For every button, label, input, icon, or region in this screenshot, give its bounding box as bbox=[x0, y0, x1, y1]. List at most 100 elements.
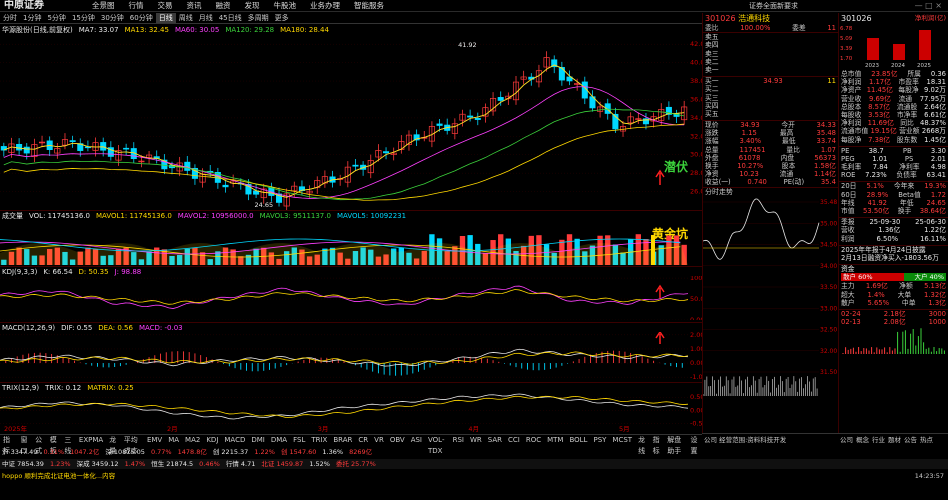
indicator-tab-11[interactable]: KDJ bbox=[203, 435, 221, 445]
info-tag-1[interactable]: 概念 bbox=[856, 434, 869, 445]
indicator-tab-19[interactable]: VR bbox=[371, 435, 387, 445]
menu-item-8[interactable]: 智能服务 bbox=[354, 0, 384, 12]
indicator-tab-8[interactable]: EMV bbox=[144, 435, 165, 445]
volume-chart[interactable] bbox=[0, 220, 702, 265]
mini-axis-1: 35.00 bbox=[820, 220, 837, 227]
trix-chart[interactable]: 0.500.00-0.50 bbox=[0, 392, 702, 426]
indicator-tab-16[interactable]: TRIX bbox=[308, 435, 330, 445]
mini-axis-0: 35.48 bbox=[820, 199, 837, 206]
fin-row-0: 总市值 23.85亿 所属 0.36 bbox=[839, 70, 948, 78]
period-tab-7[interactable]: 周线 bbox=[176, 13, 196, 23]
quote-row-7-c0: 收益(一) bbox=[705, 178, 731, 187]
indicator-tab-20[interactable]: OBV bbox=[387, 435, 408, 445]
intraday-mini-chart[interactable]: 35.48 35.00 34.50 34.00 33.50 33.00 32.50 32.00… bbox=[702, 196, 839, 401]
indicator-tab-14[interactable]: DMA bbox=[268, 435, 290, 445]
period-tab-5[interactable]: 60分钟 bbox=[127, 13, 156, 23]
flow-row-1: 超大 1.4% 大单 1.32亿 bbox=[839, 291, 948, 299]
indicator-tab-15[interactable]: FSL bbox=[290, 435, 308, 445]
main-chart-legend: 华源股份(日线,前复权) MA7: 33.07 MA13: 32.45 MA60: 3… bbox=[0, 25, 688, 35]
indicator-tab-13[interactable]: DMI bbox=[248, 435, 268, 445]
ratio-row-1: PEG 1.01 PS 2.01 bbox=[839, 155, 948, 163]
flow-row-0-c0: 主力 bbox=[841, 282, 855, 291]
indicator-tab-30[interactable]: PSY bbox=[590, 435, 609, 445]
indicator-tab-35[interactable]: 设置 bbox=[687, 435, 702, 455]
indicator-tab-27[interactable]: ROC bbox=[523, 435, 544, 445]
quote-row-5-c0: 换手 bbox=[705, 162, 719, 170]
menu-item-6[interactable]: 牛股池 bbox=[274, 0, 297, 12]
info-tag-3[interactable]: 题材 bbox=[888, 434, 901, 445]
indicator-tab-26[interactable]: CCI bbox=[505, 435, 523, 445]
indicator-tab-21[interactable]: ASI bbox=[408, 435, 425, 445]
indicator-tab-9[interactable]: MA bbox=[165, 435, 182, 445]
indicator-tab-34[interactable]: 解盘助手 bbox=[664, 435, 687, 455]
period-tab-11[interactable]: 更多 bbox=[272, 13, 292, 23]
indicator-tab-6[interactable]: 龙量 bbox=[106, 435, 121, 455]
sell-level-0-c0: 卖五 bbox=[705, 33, 719, 42]
indicator-tab-18[interactable]: CR bbox=[355, 435, 371, 445]
ratio-row-3-c0: ROE bbox=[841, 171, 856, 180]
indicator-tab-3[interactable]: 模板 bbox=[47, 435, 62, 455]
period-tab-4[interactable]: 30分钟 bbox=[98, 13, 127, 23]
indicator-tab-7[interactable]: 平均成本 bbox=[121, 435, 144, 455]
indicator-tab-12[interactable]: MACD bbox=[221, 435, 248, 445]
indicator-tab-23[interactable]: RSI bbox=[450, 435, 467, 445]
return-row-1-c1: 28.9% bbox=[866, 190, 889, 199]
indicator-tab-4[interactable]: 三线 bbox=[61, 435, 76, 455]
menu-item-4[interactable]: 融资 bbox=[216, 0, 231, 12]
trades-list: 02-24 2.18亿 3000 02-13 2.08亿 1000 bbox=[839, 308, 948, 326]
top-right-notice[interactable]: 证券全面新要求 bbox=[749, 0, 798, 12]
indicator-tab-5[interactable]: EXPMA bbox=[76, 435, 106, 445]
indicator-tab-0[interactable]: 指标A bbox=[0, 435, 18, 466]
period-tab-6[interactable]: 日线 bbox=[155, 13, 176, 23]
window-controls[interactable]: — □ × bbox=[915, 0, 942, 12]
period-tab-3[interactable]: 15分钟 bbox=[69, 13, 98, 23]
ratio-row-3-c2: 负债率 bbox=[896, 171, 917, 180]
menu-item-7[interactable]: 业务办理 bbox=[310, 0, 340, 12]
info-tag-0[interactable]: 公司 bbox=[840, 434, 853, 445]
status1-2: 1047.2亿 bbox=[70, 448, 100, 456]
indicator-tab-29[interactable]: BOLL bbox=[566, 435, 590, 445]
price-chart[interactable]: 42.00 40.00 38.00 36.00 34.00 32.00 30.00 28.00… bbox=[0, 35, 702, 210]
macd-chart[interactable]: 2.00 1.00 0.00 -1.00 bbox=[0, 332, 702, 380]
ma-legend-2: MA60: 30.05 bbox=[174, 26, 220, 34]
info-tag-5[interactable]: 热点 bbox=[920, 434, 933, 445]
menu-item-5[interactable]: 发现 bbox=[245, 0, 260, 12]
indicator-tab-24[interactable]: WR bbox=[467, 435, 485, 445]
fin-row-2-c3: 9.02万 bbox=[924, 86, 946, 95]
period-tab-8[interactable]: 月线 bbox=[196, 13, 216, 23]
sell-level-1: 卖四 bbox=[703, 41, 838, 49]
quote-row-6-c3: 1.14亿 bbox=[814, 170, 836, 179]
info-tag-2[interactable]: 行业 bbox=[872, 434, 885, 445]
menu-item-0[interactable]: 全景图 bbox=[92, 0, 115, 12]
return-row-2-c2: 年低 bbox=[899, 198, 914, 207]
indicator-tab-2[interactable]: 公式 bbox=[32, 435, 47, 455]
kdj-chart[interactable]: 100.00 50.00 0.00 bbox=[0, 276, 702, 320]
status2-8: 1.52% bbox=[309, 460, 330, 468]
buy-level-4: 买五 bbox=[703, 110, 838, 118]
menu-item-1[interactable]: 行情 bbox=[129, 0, 144, 12]
candle-body-13 bbox=[100, 142, 107, 151]
indicator-tab-25[interactable]: SAR bbox=[485, 435, 505, 445]
period-tab-2[interactable]: 5分钟 bbox=[44, 13, 68, 23]
indicator-tab-28[interactable]: MTM bbox=[544, 435, 566, 445]
news-ticker[interactable]: hoppo 顺利完成北证电池一体化...内容 bbox=[0, 471, 948, 481]
ma-legend-0: MA7: 33.07 bbox=[78, 26, 119, 34]
period-tab-0[interactable]: 分时 bbox=[0, 13, 20, 23]
indicator-tab-32[interactable]: 龙线 bbox=[635, 435, 650, 455]
indicator-tab-31[interactable]: MCST bbox=[609, 435, 635, 445]
quote-row-1-c0: 涨跌 bbox=[705, 129, 719, 138]
menu-item-2[interactable]: 交易 bbox=[158, 0, 173, 12]
indicator-tab-17[interactable]: BRAR bbox=[330, 435, 355, 445]
indicator-tab-33[interactable]: 指标 bbox=[650, 435, 665, 455]
info-tag-4[interactable]: 公告 bbox=[904, 434, 917, 445]
period-tab-10[interactable]: 多周期 bbox=[245, 13, 272, 23]
period-tab-9[interactable]: 45日线 bbox=[216, 13, 245, 23]
menu-item-3[interactable]: 资讯 bbox=[187, 0, 202, 12]
fin-row-0-c1: 23.85亿 bbox=[871, 70, 898, 78]
fin-row-6-c0: 净利润 bbox=[841, 119, 862, 128]
quote-row-2-c0: 涨幅 bbox=[705, 137, 719, 146]
indicator-tab-22[interactable]: VOL-TDX bbox=[425, 435, 450, 455]
indicator-tab-1[interactable]: 窗口 bbox=[18, 435, 33, 455]
period-tab-1[interactable]: 1分钟 bbox=[20, 13, 44, 23]
indicator-tab-10[interactable]: MA2 bbox=[182, 435, 203, 445]
